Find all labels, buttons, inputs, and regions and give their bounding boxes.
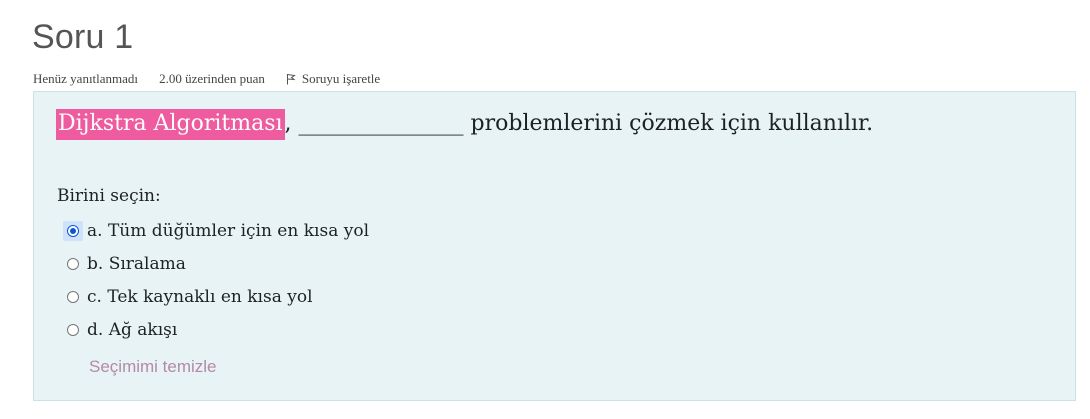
answer-radio-c[interactable] xyxy=(67,290,79,303)
question-info: Henüz yanıtlanmadı 2.00 üzerinden puan S… xyxy=(33,71,380,87)
answer-label-b: b. Sıralama xyxy=(87,253,186,274)
question-points: 2.00 üzerinden puan xyxy=(159,71,265,86)
answer-label-d: d. Ağ akışı xyxy=(87,319,178,340)
answer-list: a. Tüm düğümler için en kısa yol b. Sıra… xyxy=(63,214,369,346)
radio-wrap xyxy=(63,320,83,340)
radio-wrap xyxy=(63,220,83,241)
flag-question-label: Soruyu işaretle xyxy=(301,71,381,86)
question-text: Dijkstra Algoritması, _______________ pr… xyxy=(56,106,873,142)
answer-option-c[interactable]: c. Tek kaynaklı en kısa yol xyxy=(63,280,369,313)
answer-option-b[interactable]: b. Sıralama xyxy=(63,247,369,280)
answer-option-d[interactable]: d. Ağ akışı xyxy=(63,313,369,346)
highlighted-term: Dijkstra Algoritması xyxy=(56,109,285,140)
answer-radio-b[interactable] xyxy=(67,257,79,270)
answer-prompt: Birini seçin: xyxy=(57,186,161,206)
question-title: Soru 1 xyxy=(32,18,134,56)
question-content: Dijkstra Algoritması, _______________ pr… xyxy=(33,91,1076,401)
question-status: Henüz yanıtlanmadı xyxy=(33,71,139,86)
question-text-rest: , _______________ problemlerini çözmek i… xyxy=(284,111,874,136)
flag-question-link[interactable]: Soruyu işaretle xyxy=(286,71,380,87)
radio-wrap xyxy=(63,287,83,307)
answer-label-a: a. Tüm düğümler için en kısa yol xyxy=(87,220,370,241)
answer-option-a[interactable]: a. Tüm düğümler için en kısa yol xyxy=(63,214,369,247)
flag-icon xyxy=(286,74,296,85)
answer-radio-a[interactable] xyxy=(67,224,79,237)
answer-radio-d[interactable] xyxy=(67,323,79,336)
answer-label-c: c. Tek kaynaklı en kısa yol xyxy=(87,286,313,307)
clear-choice-link[interactable]: Seçimimi temizle xyxy=(89,357,217,377)
radio-wrap xyxy=(63,254,83,274)
